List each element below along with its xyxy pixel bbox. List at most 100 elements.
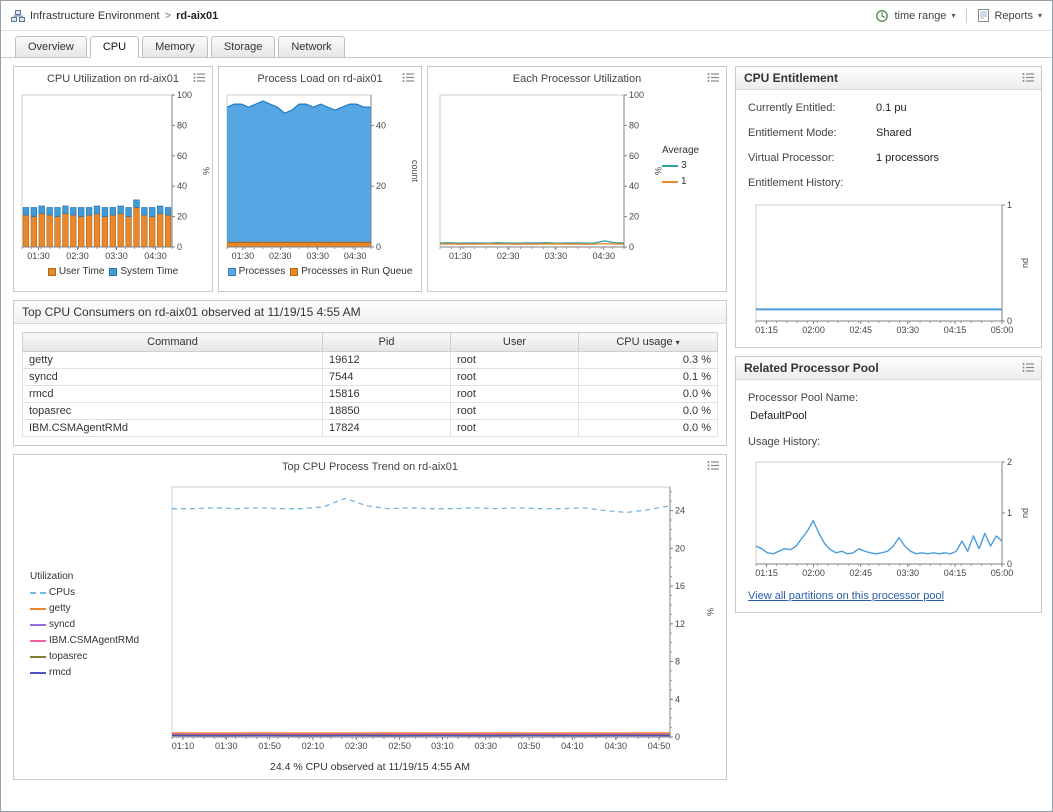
col-header-label: CPU usage [616, 336, 672, 348]
svg-text:04:30: 04:30 [592, 251, 615, 261]
legend-label: User Time [59, 266, 105, 277]
svg-text:0: 0 [376, 242, 381, 252]
svg-text:03:30: 03:30 [306, 251, 329, 261]
tab-overview[interactable]: Overview [15, 36, 87, 58]
svg-text:0: 0 [177, 242, 182, 252]
legend-item: syncd [30, 619, 170, 630]
field-virtual-processor: Virtual Processor: 1 processors [748, 152, 1029, 164]
tab-cpu[interactable]: CPU [90, 36, 139, 58]
legend-swatch [662, 165, 678, 167]
view-partitions-link[interactable]: View all partitions on this processor po… [748, 590, 944, 602]
usage-history-label: Usage History: [748, 436, 1029, 448]
toolbar-divider [966, 8, 967, 23]
chart-title: Top CPU Process Trend on rd-aix01 [14, 455, 726, 475]
field-label: Virtual Processor: [748, 152, 876, 164]
table-row[interactable]: getty19612root0.3 % [23, 352, 718, 369]
field-entitlement-mode: Entitlement Mode: Shared [748, 127, 1029, 139]
trend-caption: 24.4 % CPU observed at 11/19/15 4:55 AM [14, 761, 726, 773]
cell-pid: 17824 [323, 420, 451, 437]
svg-text:04:15: 04:15 [944, 568, 967, 578]
legend-items: 31 [662, 160, 699, 187]
reports-chevron-down-icon[interactable]: ▾ [1038, 11, 1042, 20]
chart-options-icon[interactable] [402, 72, 415, 83]
col-header-label: User [503, 336, 526, 348]
legend-item: Processes [228, 266, 286, 277]
cpu-utilization-panel: CPU Utilization on rd-aix01 020406080100… [13, 66, 213, 292]
legend-swatch [30, 640, 46, 642]
consumers-table-header: Command Pid User CPU usage ▾ [23, 333, 718, 352]
svg-text:03:30: 03:30 [897, 568, 920, 578]
legend-label: System Time [120, 266, 178, 277]
svg-text:03:10: 03:10 [431, 741, 454, 751]
cell-command: IBM.CSMAgentRMd [23, 420, 323, 437]
chart-options-icon[interactable] [193, 72, 206, 83]
table-row[interactable]: IBM.CSMAgentRMd17824root0.0 % [23, 420, 718, 437]
svg-text:40: 40 [629, 181, 639, 191]
legend-label: Processes [239, 266, 286, 277]
cell-command: topasrec [23, 403, 323, 420]
legend-item: 1 [662, 176, 699, 187]
svg-text:02:00: 02:00 [802, 325, 825, 335]
pool-name-label: Processor Pool Name: [748, 392, 1029, 404]
cell-pid: 19612 [323, 352, 451, 369]
legend-swatch [290, 268, 298, 276]
pool-name-value: DefaultPool [750, 410, 1029, 422]
legend-item: System Time [109, 266, 178, 277]
panel-title-label: CPU Entitlement [744, 71, 838, 85]
field-label: Currently Entitled: [748, 102, 876, 114]
time-range-label[interactable]: time range [894, 10, 946, 22]
trend-panel: Top CPU Process Trend on rd-aix01 Utiliz… [13, 454, 727, 780]
cell-user: root [451, 403, 579, 420]
svg-text:02:10: 02:10 [302, 741, 325, 751]
legend-swatch [30, 624, 46, 626]
col-header-user[interactable]: User [451, 333, 579, 352]
chart-options-icon[interactable] [707, 72, 720, 83]
col-header-command[interactable]: Command [23, 333, 323, 352]
svg-text:04:30: 04:30 [344, 251, 367, 261]
col-header-pid[interactable]: Pid [323, 333, 451, 352]
legend-swatch [228, 268, 236, 276]
cell-pid: 15816 [323, 386, 451, 403]
chart-title: CPU Utilization on rd-aix01 [14, 67, 212, 87]
chart-options-icon[interactable] [1022, 362, 1035, 373]
chart-options-icon[interactable] [1022, 72, 1035, 83]
svg-text:pu: pu [1021, 258, 1030, 268]
chart-options-icon[interactable] [707, 460, 720, 471]
tab-memory[interactable]: Memory [142, 36, 208, 58]
each-processor-legend: Average 31 [662, 145, 699, 265]
related-processor-pool-title: Related Processor Pool [736, 357, 1041, 380]
table-row[interactable]: syncd7544root0.1 % [23, 369, 718, 386]
cpu-utilization-chart-canvas: 020406080100%01:3002:3003:3004:30 [16, 87, 210, 265]
cell-user: root [451, 420, 579, 437]
chart-title: Process Load on rd-aix01 [219, 67, 421, 87]
field-label: Entitlement Mode: [748, 127, 876, 139]
col-header-cpu-usage[interactable]: CPU usage ▾ [579, 333, 718, 352]
legend-label: Processes in Run Queue [301, 266, 412, 277]
svg-text:count: count [410, 160, 419, 183]
table-row[interactable]: topasrec18850root0.0 % [23, 403, 718, 420]
tab-network[interactable]: Network [278, 36, 344, 58]
svg-text:40: 40 [376, 120, 386, 130]
legend-item: Processes in Run Queue [290, 266, 412, 277]
each-processor-body: 020406080100%01:3002:3003:3004:30 Averag… [428, 87, 726, 265]
svg-text:04:30: 04:30 [144, 251, 167, 261]
trend-body: Utilization CPUsgettysyncdIBM.CSMAgentRM… [14, 475, 726, 759]
svg-text:01:50: 01:50 [258, 741, 281, 751]
tab-storage[interactable]: Storage [211, 36, 276, 58]
legend-swatch [30, 608, 46, 610]
svg-text:2: 2 [1007, 457, 1012, 467]
cell-pid: 7544 [323, 369, 451, 386]
cpu-entitlement-title: CPU Entitlement [736, 67, 1041, 90]
col-header-label: Pid [379, 336, 395, 348]
topology-icon [11, 10, 25, 22]
breadcrumb-root[interactable]: Infrastructure Environment [30, 10, 160, 22]
table-row[interactable]: rmcd15816root0.0 % [23, 386, 718, 403]
cell-cpu: 0.0 % [579, 420, 718, 437]
time-range-chevron-down-icon[interactable]: ▾ [951, 11, 955, 20]
svg-text:20: 20 [629, 212, 639, 222]
process-load-panel: Process Load on rd-aix01 02040count01:30… [218, 66, 422, 292]
svg-text:03:30: 03:30 [545, 251, 568, 261]
svg-text:4: 4 [675, 694, 680, 704]
reports-label[interactable]: Reports [994, 10, 1033, 22]
legend-label: rmcd [49, 667, 71, 678]
